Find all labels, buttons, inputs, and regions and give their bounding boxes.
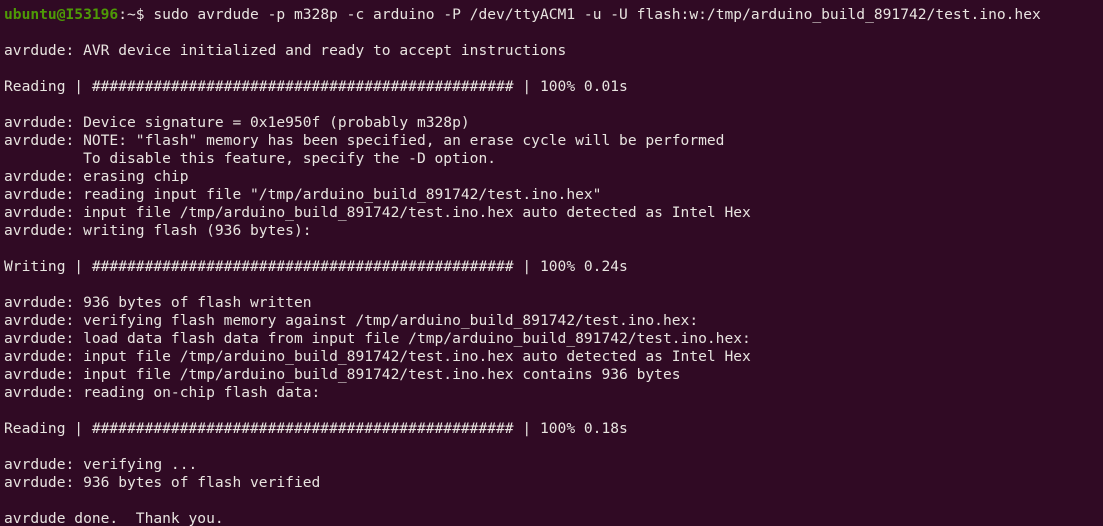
terminal-output-line: avrdude: erasing chip — [4, 168, 189, 185]
terminal-output-line: Reading | ##############################… — [4, 78, 628, 95]
terminal-output-line: avrdude: 936 bytes of flash verified — [4, 474, 321, 491]
terminal-output-line: avrdude: NOTE: "flash" memory has been s… — [4, 132, 725, 149]
terminal-output-line: avrdude done. Thank you. — [4, 510, 224, 526]
terminal-output-line: Reading | ##############################… — [4, 420, 628, 437]
terminal-output-line: avrdude: verifying flash memory against … — [4, 312, 699, 329]
terminal-output-line: avrdude: input file /tmp/arduino_build_8… — [4, 366, 681, 383]
terminal-output-line: avrdude: input file /tmp/arduino_build_8… — [4, 204, 751, 221]
prompt-command: sudo avrdude -p m328p -c arduino -P /dev… — [153, 6, 1041, 23]
terminal-output-line: avrdude: AVR device initialized and read… — [4, 42, 567, 59]
terminal-output-line: avrdude: verifying ... — [4, 456, 198, 473]
terminal-output-line: avrdude: load data flash data from input… — [4, 330, 751, 347]
prompt-separator: :~$ — [118, 6, 154, 23]
terminal-output-line: avrdude: 936 bytes of flash written — [4, 294, 312, 311]
terminal-output-line: avrdude: input file /tmp/arduino_build_8… — [4, 348, 751, 365]
terminal-output-line: avrdude: reading input file "/tmp/arduin… — [4, 186, 602, 203]
terminal-output-line: Writing | ##############################… — [4, 258, 628, 275]
terminal-window[interactable]: ubuntu@I53196:~$ sudo avrdude -p m328p -… — [0, 0, 1103, 526]
terminal-output: avrdude: AVR device initialized and read… — [4, 24, 1103, 526]
terminal-output-line: avrdude: reading on-chip flash data: — [4, 384, 321, 401]
prompt-user-host: ubuntu@I53196 — [4, 6, 119, 23]
prompt-line: ubuntu@I53196:~$ sudo avrdude -p m328p -… — [4, 6, 1103, 24]
terminal-output-line: avrdude: Device signature = 0x1e950f (pr… — [4, 114, 470, 131]
terminal-output-line: avrdude: writing flash (936 bytes): — [4, 222, 312, 239]
terminal-output-line: To disable this feature, specify the -D … — [4, 150, 497, 167]
